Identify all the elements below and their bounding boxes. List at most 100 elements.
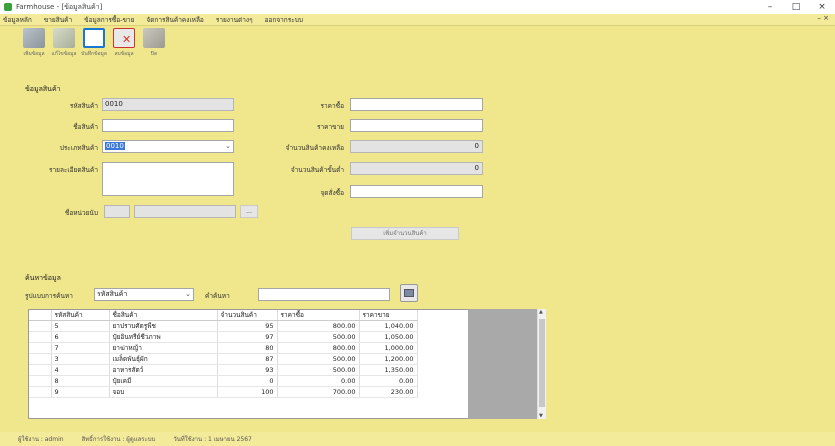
cell-name: จอบ (109, 386, 218, 398)
col-header-code[interactable]: รหัสสินค้า (51, 310, 110, 321)
cell-price: 0.00 (359, 375, 418, 387)
row-header-corner (29, 310, 52, 321)
stock-field[interactable]: 0 (350, 140, 483, 153)
cell-code: 8 (51, 375, 110, 387)
product-code-label: รหัสสินค้า (69, 102, 98, 110)
table-row[interactable]: 5 ยาปราบศัตรูพืช 95 800.00 1,040.00 (29, 320, 418, 332)
min-stock-field[interactable]: 0 (350, 162, 483, 175)
cell-cost: 700.00 (277, 386, 360, 398)
table-icon (404, 289, 414, 297)
table-row[interactable]: 8 ปุ๋ยเคมี 0 0.00 0.00 (29, 375, 418, 387)
price-label: ราคาขาย (316, 123, 344, 131)
cell-code: 6 (51, 331, 110, 343)
reorder-field[interactable] (350, 185, 483, 198)
cell-code: 5 (51, 320, 110, 332)
search-input[interactable] (258, 288, 390, 301)
menu-bar: ข้อมูลหลัก ขายสินค้า ข้อมูลการซื้อ-ขาย จ… (0, 14, 835, 26)
scroll-up-icon[interactable]: ▲ (539, 309, 543, 315)
exit-door-icon (143, 28, 165, 48)
product-name-field[interactable] (102, 119, 234, 132)
unit-code-field[interactable] (104, 205, 130, 218)
unit-label: ชื่อหน่วยนับ (64, 209, 98, 217)
product-type-label: ประเภทสินค้า (59, 144, 98, 152)
menu-item-master[interactable]: ข้อมูลหลัก (3, 15, 32, 25)
scroll-thumb[interactable] (539, 319, 545, 407)
add-stock-button[interactable]: เพิ่มจำนวนสินค้า (351, 227, 459, 240)
menu-item-reports[interactable]: รายงานต่างๆ (216, 15, 253, 25)
cell-price: 1,000.00 (359, 342, 418, 354)
checkmark-icon (53, 28, 75, 48)
cost-label: ราคาซื้อ (320, 102, 344, 110)
add-button[interactable]: เพิ่มข้อมูล (22, 28, 46, 58)
cell-name: ปุ๋ยเคมี (109, 375, 218, 387)
cell-name: ปุ๋ยอินทรีย์ชีวภาพ (109, 331, 218, 343)
cell-price: 1,040.00 (359, 320, 418, 332)
delete-button[interactable]: ลบข้อมูล (112, 28, 136, 58)
cell-cost: 0.00 (277, 375, 360, 387)
cell-cost: 800.00 (277, 342, 360, 354)
minimize-button[interactable]: – (757, 0, 783, 14)
search-type-label: รูปแบบการค้นหา (25, 292, 73, 300)
cell-cost: 800.00 (277, 320, 360, 332)
edit-button[interactable]: แก้ไขข้อมูล (52, 28, 76, 58)
col-header-cost[interactable]: ราคาซื้อ (277, 310, 360, 321)
cell-name: ยาปราบศัตรูพืช (109, 320, 218, 332)
search-term-label: คำค้นหา (205, 292, 230, 300)
cell-price: 1,200.00 (359, 353, 418, 365)
table-row[interactable]: 7 ยาฆ่าหญ้า 80 800.00 1,000.00 (29, 342, 418, 354)
cell-code: 9 (51, 386, 110, 398)
add-icon (23, 28, 45, 48)
browse-unit-button[interactable]: ... (240, 205, 258, 218)
search-type-select[interactable]: รหัสสินค้า ⌄ (94, 288, 194, 301)
cell-qty: 0 (217, 375, 278, 387)
table-header-row: รหัสสินค้า ชื่อสินค้า จำนวนสินค้า ราคาซื… (29, 310, 418, 321)
col-header-price[interactable]: ราคาขาย (359, 310, 418, 321)
app-icon (4, 3, 12, 11)
exit-button[interactable]: ปิด (142, 28, 166, 58)
save-button[interactable]: บันทึกข้อมูล (81, 28, 107, 58)
product-detail-field[interactable] (102, 162, 234, 196)
status-role: สิทธิ์การใช้งาน : ผู้ดูแลระบบ (81, 436, 156, 443)
close-button[interactable]: × (809, 0, 835, 14)
window-title: Farmhouse - [ข้อมูลสินค้า] (16, 2, 103, 11)
cell-qty: 97 (217, 331, 278, 343)
toolbar: เพิ่มข้อมูล แก้ไขข้อมูล บันทึกข้อมูล ลบข… (22, 28, 166, 58)
menu-item-trade[interactable]: ข้อมูลการซื้อ-ขาย (84, 15, 134, 25)
cell-name: เมล็ดพันธุ์ผัก (109, 353, 218, 365)
product-type-select[interactable]: 0010 ⌄ (102, 140, 234, 153)
menu-item-stock[interactable]: จัดการสินค้าคงเหลือ (146, 15, 203, 25)
cell-name: ยาฆ่าหญ้า (109, 342, 218, 354)
cell-price: 1,050.00 (359, 331, 418, 343)
product-code-field[interactable]: 0010 (102, 98, 234, 111)
price-field[interactable] (350, 119, 483, 132)
window-controls: – □ × (757, 0, 835, 14)
table-row[interactable]: 4 อาหารสัตว์ 93 500.00 1,350.00 (29, 364, 418, 376)
min-stock-label: จำนวนสินค้าขั้นต่ำ (290, 166, 344, 174)
cell-price: 230.00 (359, 386, 418, 398)
scroll-down-icon[interactable]: ▼ (539, 413, 543, 419)
col-header-qty[interactable]: จำนวนสินค้า (217, 310, 278, 321)
maximize-button[interactable]: □ (783, 0, 809, 14)
cell-name: อาหารสัตว์ (109, 364, 218, 376)
mdi-controls[interactable]: – × (817, 14, 829, 22)
col-header-name[interactable]: ชื่อสินค้า (109, 310, 218, 321)
cell-qty: 87 (217, 353, 278, 365)
floppy-disk-icon (83, 28, 105, 48)
table-row[interactable]: 6 ปุ๋ยอินทรีย์ชีวภาพ 97 500.00 1,050.00 (29, 331, 418, 343)
grid-scrollbar[interactable]: ▲ ▼ (537, 309, 546, 419)
cell-qty: 95 (217, 320, 278, 332)
cell-code: 4 (51, 364, 110, 376)
title-bar: Farmhouse - [ข้อมูลสินค้า] – □ × (0, 0, 835, 14)
search-grid-button[interactable] (400, 284, 418, 302)
table-row[interactable]: 3 เมล็ดพันธุ์ผัก 87 500.00 1,200.00 (29, 353, 418, 365)
menu-item-sell[interactable]: ขายสินค้า (44, 15, 72, 25)
unit-name-field[interactable] (134, 205, 236, 218)
product-section-title: ข้อมูลสินค้า (25, 85, 61, 93)
table-row[interactable]: 9 จอบ 100 700.00 230.00 (29, 386, 418, 398)
cost-field[interactable] (350, 98, 483, 111)
menu-item-logout[interactable]: ออกจากระบบ (265, 15, 303, 25)
cell-cost: 500.00 (277, 331, 360, 343)
product-detail-label: รายละเอียดสินค้า (49, 166, 98, 174)
cell-code: 7 (51, 342, 110, 354)
stock-label: จำนวนสินค้าคงเหลือ (285, 144, 344, 152)
